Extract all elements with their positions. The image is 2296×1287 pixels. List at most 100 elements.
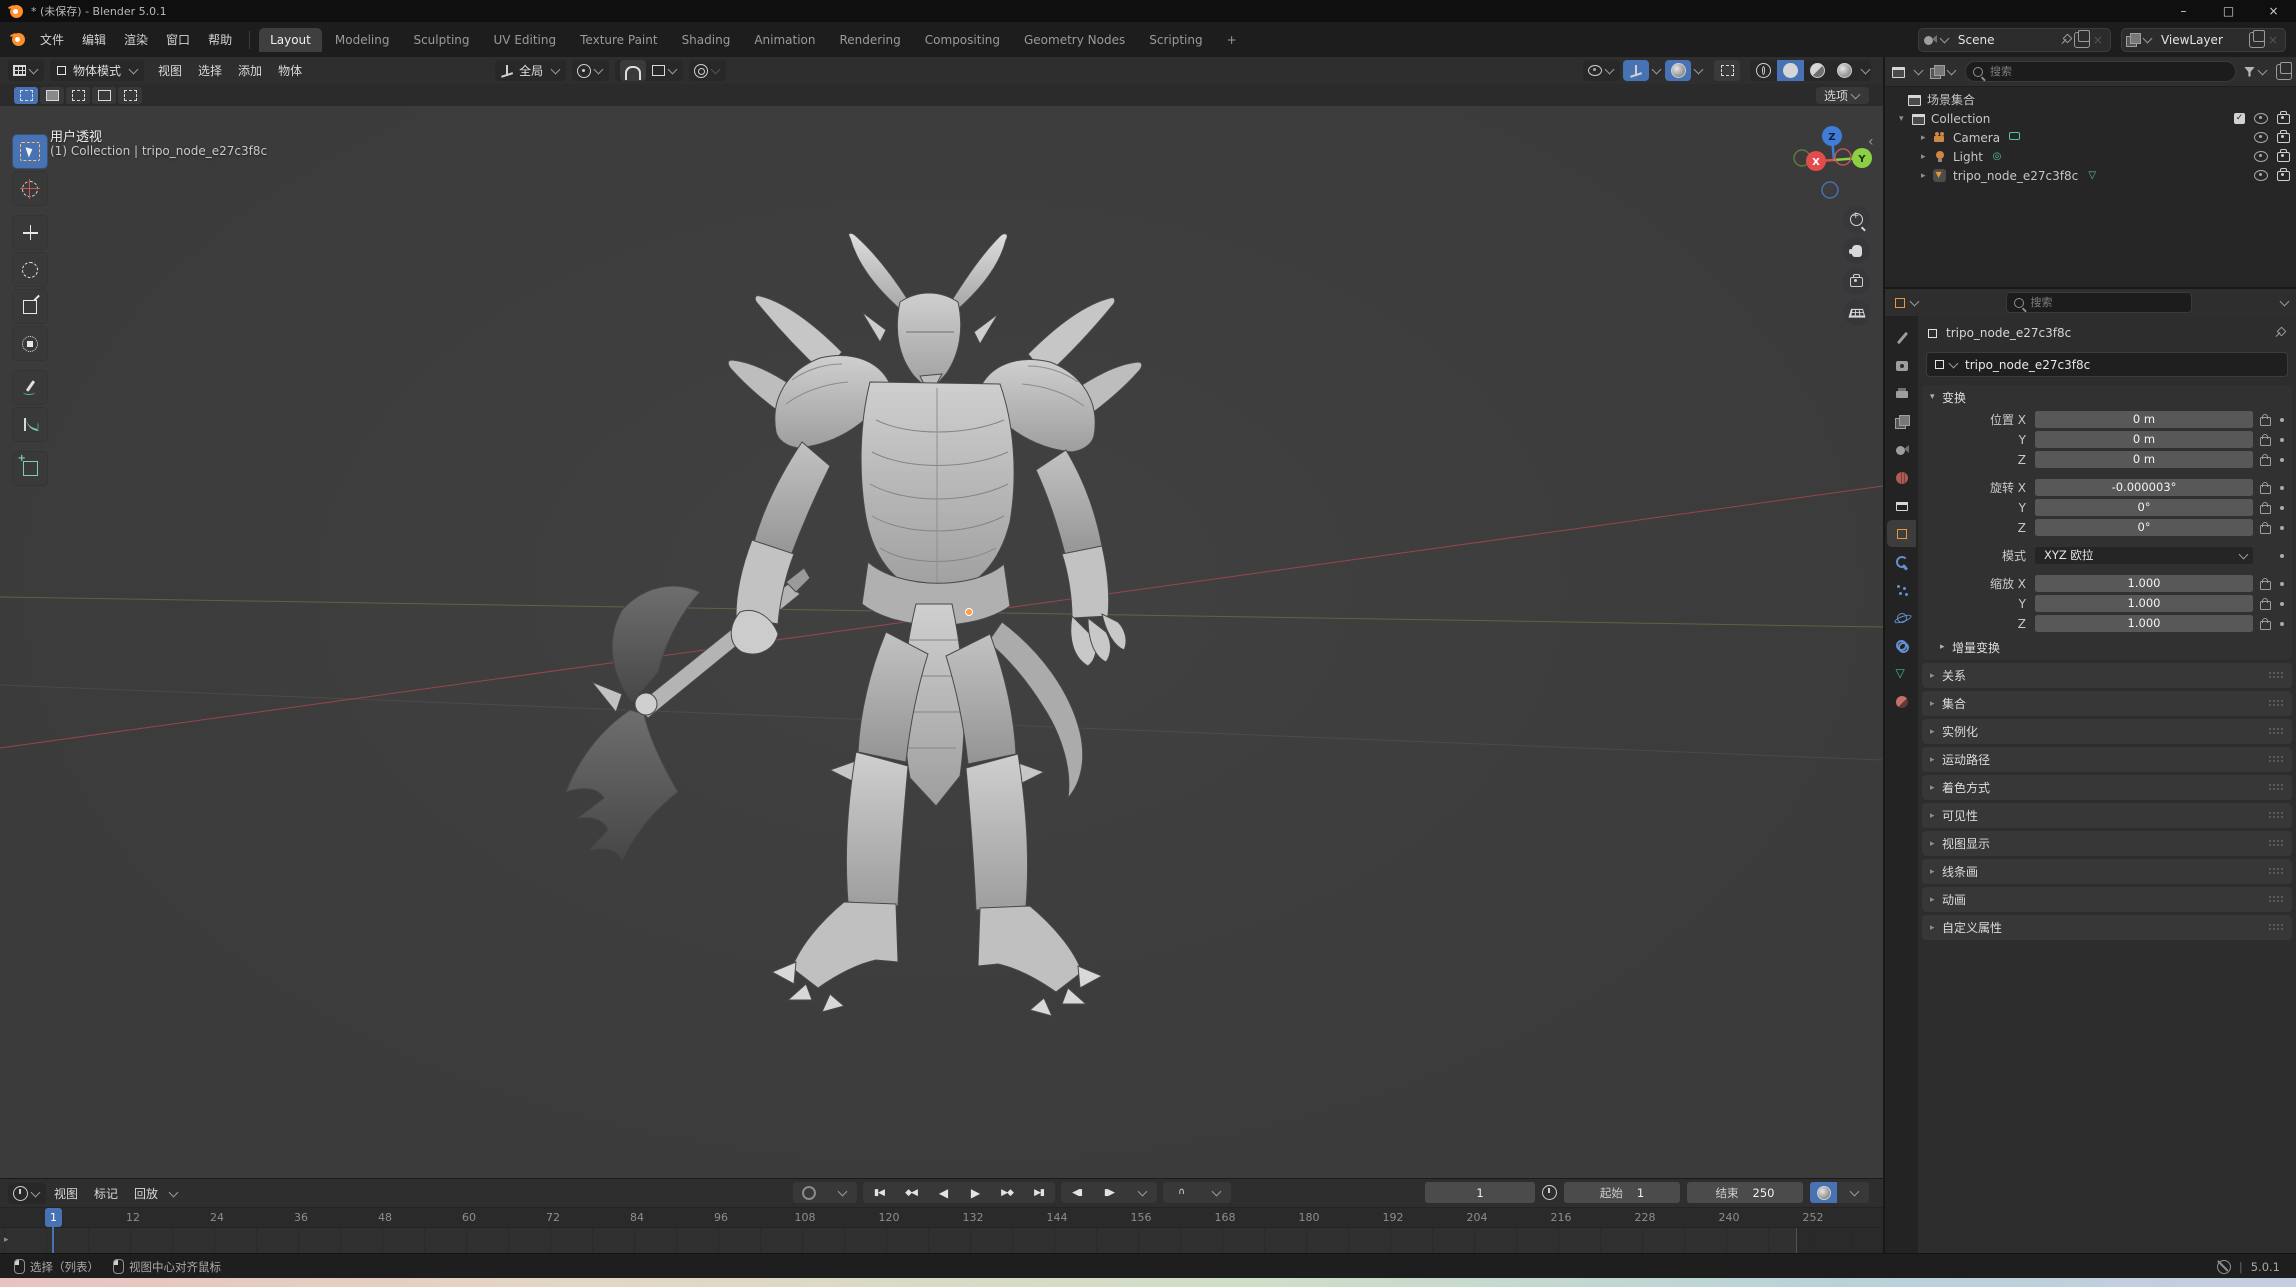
properties-panel-header[interactable]: ▸ 集合 [1922,691,2292,716]
disable-render-icon[interactable] [2277,114,2290,124]
properties-tab[interactable] [1887,520,1916,547]
timeline-menu-item[interactable]: 回放 [126,1182,166,1205]
keyframe-dot[interactable] [2280,438,2284,442]
expander-icon[interactable]: ▸ [1921,152,1933,162]
app-menu-item[interactable]: 帮助 [199,27,241,52]
sidebar-collapse-arrow[interactable]: ‹ [1868,134,1874,150]
pan-button[interactable] [1843,237,1870,264]
viewport-menu-item[interactable]: 添加 [230,59,270,82]
zoom-button[interactable] [1843,206,1870,233]
frame-back-button[interactable]: ◀▮ [1061,1182,1093,1203]
camera-view-button[interactable] [1843,268,1870,295]
jump-to-start-button[interactable]: ▮◀ [863,1182,895,1203]
mode-selector[interactable]: 物体模式 [50,60,144,81]
viewport-menu-item[interactable]: 物体 [270,59,310,82]
workspace-tab[interactable]: Sculpting [402,28,480,52]
value-field[interactable]: 0° [2035,519,2253,536]
workspace-tab[interactable]: Geometry Nodes [1013,28,1136,52]
properties-panel-header[interactable]: ▸ 着色方式 [1922,775,2292,800]
lock-icon[interactable] [2260,417,2271,426]
value-field[interactable]: 1.000 [2035,615,2253,632]
pin-icon[interactable] [2274,328,2284,338]
properties-panel-header[interactable]: ▸ 实例化 [1922,719,2292,744]
properties-panel-header[interactable]: ▸ 运动路径 [1922,747,2292,772]
gizmo-axis-neg-z[interactable] [1822,182,1838,198]
drag-handle-icon[interactable] [2269,672,2284,679]
lock-icon[interactable] [2260,437,2271,446]
next-keyframe-button[interactable]: ▶◆ [991,1182,1023,1203]
outliner-row[interactable]: ▸ Light [1885,147,2296,166]
workspace-tab[interactable]: Scripting [1138,28,1213,52]
frame-start-field[interactable]: 起始 1 [1564,1182,1680,1203]
scene-selector[interactable]: Scene × [1918,28,2111,52]
outliner-item-label[interactable]: tripo_node_e27c3f8c [1953,169,2078,183]
viewport-menu-item[interactable]: 视图 [150,59,190,82]
keyframe-dot[interactable] [2280,486,2284,490]
properties-tab[interactable] [1887,576,1916,603]
maximize-button[interactable]: □ [2206,0,2251,22]
jump-to-end-button[interactable]: ▶▮ [1023,1182,1055,1203]
keyframe-dot[interactable] [2280,458,2284,462]
drag-handle-icon[interactable] [2269,784,2284,791]
select-mode-extend-button[interactable] [40,87,64,104]
keying-dropdown[interactable] [1837,1182,1869,1203]
lock-icon[interactable] [2260,525,2271,534]
tool-rotate[interactable] [12,252,48,287]
properties-tab[interactable] [1887,380,1916,407]
keyframe-dot[interactable] [2280,506,2284,510]
outliner-editor-icon[interactable] [1891,65,1906,78]
expander-icon[interactable]: ▾ [1899,114,1911,124]
value-field[interactable]: 0 m [2035,411,2253,428]
lock-icon[interactable] [2260,621,2271,630]
disable-render-icon[interactable] [2277,152,2290,162]
auto-keying-dropdown[interactable] [825,1182,857,1203]
select-mode-subtract-button[interactable] [66,87,90,104]
shading-wireframe-button[interactable] [1750,60,1777,81]
timeline-editor-type-button[interactable] [8,1183,46,1204]
outliner-item-label[interactable]: Camera [1953,131,2000,145]
properties-tab[interactable] [1887,464,1916,491]
play-reverse-button[interactable]: ◀ [927,1182,959,1203]
properties-tab[interactable] [1887,660,1916,687]
timeline-menu-item[interactable]: 标记 [86,1182,126,1205]
display-mode-icon[interactable] [1930,65,1944,79]
lock-icon[interactable] [2260,581,2271,590]
value-field[interactable]: 0 m [2035,451,2253,468]
frame-jump-dropdown[interactable] [1125,1182,1157,1203]
value-field[interactable]: 0° [2035,499,2253,516]
pivot-point-button[interactable] [572,60,609,81]
current-frame-field[interactable]: 1 [1425,1182,1535,1203]
lock-icon[interactable] [2260,457,2271,466]
frame-forward-button[interactable]: ▮▶ [1093,1182,1125,1203]
auto-keying-button[interactable] [793,1182,825,1203]
show-object-types-button[interactable] [1583,60,1620,81]
pin-icon[interactable] [2060,35,2070,45]
value-field[interactable]: 1.000 [2035,575,2253,592]
workspace-tab[interactable]: Modeling [324,28,401,52]
drag-handle-icon[interactable] [2269,840,2284,847]
new-scene-icon[interactable] [2074,32,2090,48]
navigation-gizmo[interactable]: Z X Y [1786,116,1882,212]
delta-transform-panel-header[interactable]: ▸ 增量变换 [1922,634,2292,660]
workspace-tab[interactable]: Shading [671,28,742,52]
model-tripo-node[interactable] [566,233,1142,1016]
outliner-search-input[interactable] [1988,64,2228,79]
blender-menu-icon[interactable] [12,33,25,46]
options-button[interactable]: 选项 [1816,87,1869,104]
transform-orientation[interactable]: 全局 [495,60,566,81]
xray-toggle[interactable] [1714,60,1740,81]
value-field[interactable]: -0.000003° [2035,479,2253,496]
select-mode-invert-button[interactable] [92,87,116,104]
snap-toggle[interactable] [620,60,646,81]
tool-transform[interactable] [12,326,48,361]
outliner-row[interactable]: ▸ Camera [1885,128,2296,147]
add-workspace-button[interactable]: + [1216,28,1248,52]
transform-panel-header[interactable]: ▾ 变换 [1922,385,2292,409]
hide-eye-icon[interactable] [2254,113,2268,124]
expander-icon[interactable]: ▸ [1921,171,1933,181]
collection-checkbox[interactable] [2234,113,2245,124]
workspace-tab[interactable]: Texture Paint [569,28,668,52]
drag-handle-icon[interactable] [2269,924,2284,931]
properties-panel-header[interactable]: ▸ 线条画 [1922,859,2292,884]
tool-cursor[interactable] [12,171,48,206]
